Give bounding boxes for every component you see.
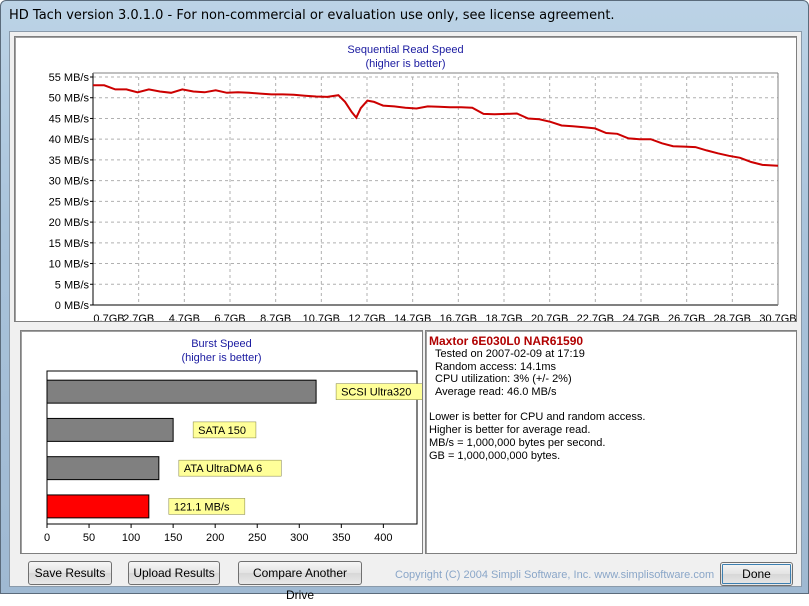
cpu-utilization-text: CPU utilization: 3% (+/- 2%) xyxy=(435,373,572,385)
burst-x-tick-label: 50 xyxy=(83,532,95,544)
burst-bar xyxy=(46,417,174,442)
client-area: Sequential Read Speed (higher is better)… xyxy=(9,31,802,602)
x-tick-label: 16,7GB xyxy=(440,313,477,321)
burst-x-tick-label: 300 xyxy=(290,532,308,544)
y-tick-label: 20 MB/s xyxy=(49,217,90,229)
note-line-1: Lower is better for CPU and random acces… xyxy=(429,411,646,423)
burst-bar-label: SCSI Ultra320 xyxy=(341,387,411,399)
x-tick-label: 12,7GB xyxy=(348,313,385,321)
drive-name: Maxtor 6E030L0 NAR61590 xyxy=(429,334,584,348)
burst-x-tick-label: 200 xyxy=(206,532,224,544)
title-bar[interactable]: HD Tach version 3.0.1.0 - For non-commer… xyxy=(1,1,809,31)
x-tick-label: 20,7GB xyxy=(531,313,568,321)
save-results-button[interactable]: Save Results xyxy=(28,561,112,585)
x-tick-label: 2,7GB xyxy=(123,313,154,321)
compare-another-drive-button[interactable]: Compare Another Drive xyxy=(238,561,362,602)
y-tick-label: 0 MB/s xyxy=(55,300,90,312)
x-tick-label: 28,7GB xyxy=(714,313,751,321)
y-tick-label: 45 MB/s xyxy=(49,113,90,125)
drive-stats: Tested on 2007-02-09 at 17:19 Random acc… xyxy=(435,348,585,398)
sequential-read-panel: Sequential Read Speed (higher is better)… xyxy=(14,36,797,322)
burst-bar xyxy=(46,456,160,481)
upload-results-button[interactable]: Upload Results xyxy=(128,561,220,585)
tested-on-text: Tested on 2007-02-09 at 17:19 xyxy=(435,348,585,360)
burst-bar xyxy=(46,494,150,519)
y-tick-label: 35 MB/s xyxy=(49,155,90,167)
burst-x-tick-label: 350 xyxy=(332,532,350,544)
y-tick-label: 15 MB/s xyxy=(49,238,90,250)
burst-bar-label: ATA UltraDMA 6 xyxy=(184,463,262,475)
y-tick-label: 10 MB/s xyxy=(49,259,90,271)
burst-x-tick-label: 100 xyxy=(122,532,140,544)
x-tick-label: 8,7GB xyxy=(260,313,291,321)
burst-speed-panel: Burst Speed (higher is better) 0 50 100 150… xyxy=(20,330,423,554)
x-tick-label: 24,7GB xyxy=(622,313,659,321)
y-tick-label: 40 MB/s xyxy=(49,134,90,146)
y-tick-label: 30 MB/s xyxy=(49,176,90,188)
x-tick-label: 0,7GB xyxy=(93,313,124,321)
random-access-text: Random access: 14.1ms xyxy=(435,360,557,373)
x-tick-label: 18,7GB xyxy=(485,313,522,321)
burst-x-tick-label: 400 xyxy=(374,532,392,544)
burst-x-tick-label: 0 xyxy=(44,532,50,544)
note-line-3: MB/s = 1,000,000 bytes per second. xyxy=(429,437,606,449)
x-tick-label: 10,7GB xyxy=(303,313,340,321)
window-title: HD Tach version 3.0.1.0 - For non-commer… xyxy=(9,8,615,23)
burst-x-tick-label: 250 xyxy=(248,532,266,544)
x-tick-label: 6,7GB xyxy=(214,313,245,321)
note-line-2: Higher is better for average read. xyxy=(429,424,591,436)
y-tick-label: 55 MB/s xyxy=(49,72,90,84)
x-tick-label: 14,7GB xyxy=(394,313,431,321)
burst-bar xyxy=(46,379,317,404)
average-read-text: Average read: 46.0 MB/s xyxy=(435,385,557,398)
y-tick-label: 25 MB/s xyxy=(49,196,90,208)
drive-info-panel: Maxtor 6E030L0 NAR61590 Tested on 2007-0… xyxy=(425,330,797,554)
notes-block: Lower is better for CPU and random acces… xyxy=(429,411,645,463)
y-tick-label: 50 MB/s xyxy=(49,93,90,105)
x-tick-label: 26,7GB xyxy=(668,313,705,321)
done-button[interactable]: Done xyxy=(720,562,793,586)
note-line-4: GB = 1,000,000,000 bytes. xyxy=(429,450,561,462)
x-tick-label: 4,7GB xyxy=(169,313,200,321)
burst-speed-chart: 0 50 100 150 200 250 300 350 400 SCSI Ultra320 SAT… xyxy=(44,370,422,544)
burst-bar-label: 121.1 MB/s xyxy=(174,501,230,513)
copyright-text: Copyright (C) 2004 Simpli Software, Inc.… xyxy=(395,569,715,581)
app-window: HD Tach version 3.0.1.0 - For non-commer… xyxy=(0,0,809,602)
x-tick-label: 30,7GB xyxy=(759,313,796,321)
burst-bar-label: SATA 150 xyxy=(198,425,246,437)
y-tick-label: 5 MB/s xyxy=(55,279,90,291)
burst-x-tick-label: 150 xyxy=(164,532,182,544)
x-tick-label: 22,7GB xyxy=(577,313,614,321)
sequential-read-chart: 0 MB/s 5 MB/s 10 MB/s 15 MB/s 20 MB/s 25 MB/s… xyxy=(49,72,796,321)
